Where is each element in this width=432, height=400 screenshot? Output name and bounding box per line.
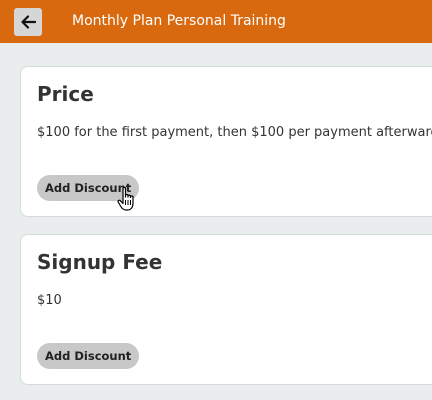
back-button[interactable] bbox=[14, 8, 42, 36]
add-discount-button[interactable]: Add Discount bbox=[37, 343, 140, 369]
signup-fee-card: Signup Fee $10 Add Discount bbox=[20, 234, 432, 385]
arrow-left-icon bbox=[21, 15, 36, 29]
top-bar: Monthly Plan Personal Training bbox=[0, 0, 432, 43]
signup-fee-heading: Signup Fee bbox=[37, 250, 163, 274]
hand-pointer-icon bbox=[117, 186, 134, 211]
signup-fee-description: $10 bbox=[37, 293, 62, 308]
price-heading: Price bbox=[37, 82, 94, 106]
price-description: $100 for the first payment, then $100 pe… bbox=[37, 125, 432, 140]
price-card: Price $100 for the first payment, then $… bbox=[20, 66, 432, 217]
page-title: Monthly Plan Personal Training bbox=[72, 13, 286, 29]
